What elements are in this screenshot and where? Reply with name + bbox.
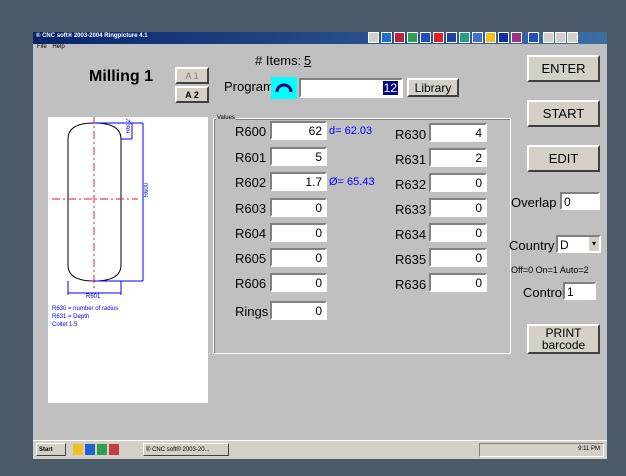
dim-r600: R600 (144, 183, 150, 198)
title-bar: ® CNC soft® 2003-2004 Ringpicture 4.1 (33, 32, 607, 44)
r601-label: R601 (235, 150, 267, 165)
dim-r601: R601 (86, 294, 101, 300)
a2-button[interactable]: A 2 (175, 86, 209, 103)
r633-input[interactable]: 0 (429, 198, 487, 217)
ring-diagram (52, 115, 144, 295)
r602-label: R602 (235, 175, 267, 190)
values-group-label: Values (216, 115, 236, 121)
system-tray: 9:11 PM (479, 443, 604, 457)
a1-button[interactable]: A 1 (175, 67, 209, 84)
maximize-icon[interactable] (555, 32, 566, 43)
items-label: # Items: (255, 53, 302, 68)
toolbar-icon[interactable] (420, 32, 431, 43)
program-value: 12 (382, 81, 398, 95)
close-icon[interactable] (567, 32, 578, 43)
country-select[interactable]: D ▾ (556, 235, 601, 253)
control-label: Control (523, 285, 565, 300)
r606-label: R606 (235, 276, 267, 291)
spinner-icon (275, 83, 293, 93)
quicklaunch-icon[interactable] (97, 444, 107, 455)
start-button[interactable]: START (527, 100, 600, 127)
country-label: Country (509, 238, 555, 253)
country-value: D (560, 238, 569, 252)
r634-input[interactable]: 0 (429, 223, 487, 242)
taskbar-app-button[interactable]: ® CNC soft® 2003-20... (143, 443, 229, 456)
start-menu-button[interactable]: Start (36, 443, 66, 456)
taskbar: Start ® CNC soft® 2003-20... 9:11 PM (33, 440, 607, 459)
toolbar-icon[interactable] (485, 32, 496, 43)
app-window: ® CNC soft® 2003-2004 Ringpicture 4.1 Fi… (33, 32, 607, 459)
r632-label: R632 (395, 177, 427, 192)
control-hint: Off=0 On=1 Auto=2 (511, 265, 589, 275)
busy-spinner (271, 77, 297, 99)
r636-input[interactable]: 0 (429, 273, 487, 292)
r603-label: R603 (235, 201, 267, 216)
menu-help[interactable]: Help (52, 44, 64, 50)
toolbar-icon[interactable] (394, 32, 405, 43)
toolbar-icon[interactable] (459, 32, 470, 43)
r604-input[interactable]: 0 (270, 223, 327, 242)
r604-label: R604 (235, 226, 267, 241)
toolbar-icon[interactable] (528, 32, 539, 43)
toolbar-icon[interactable] (511, 32, 522, 43)
edit-button[interactable]: EDIT (527, 145, 600, 172)
r601-input[interactable]: 5 (270, 147, 327, 166)
window-icon[interactable] (368, 32, 379, 43)
r606-input[interactable]: 0 (270, 273, 327, 292)
chevron-down-icon[interactable]: ▾ (589, 237, 599, 251)
diameter-note: d= 62.03 (329, 125, 373, 137)
control-input[interactable]: 1 (563, 282, 596, 300)
program-label: Program (224, 79, 274, 94)
r600-input[interactable]: 62 (270, 121, 327, 140)
r605-input[interactable]: 0 (270, 248, 327, 267)
window-title: ® CNC soft® 2003-2004 Ringpicture 4.1 (36, 33, 148, 39)
print-barcode-button[interactable]: PRINT barcode (527, 324, 600, 354)
page-title: Milling 1 (89, 68, 153, 85)
r635-input[interactable]: 0 (429, 248, 487, 267)
r631-input[interactable]: 2 (429, 148, 487, 167)
r600-label: R600 (235, 124, 267, 139)
ring-drawing: R602 R600 R601 R630 = number of radius R… (48, 115, 208, 403)
menu-bar: File Help (33, 44, 607, 53)
enter-button[interactable]: ENTER (527, 55, 600, 82)
toolbar-icon[interactable] (446, 32, 457, 43)
rings-label: Rings (235, 304, 269, 319)
r632-input[interactable]: 0 (429, 173, 487, 192)
r603-input[interactable]: 0 (270, 198, 327, 217)
overlap-label: Overlap (511, 195, 557, 210)
r605-label: R605 (235, 251, 267, 266)
program-field[interactable]: 12 (299, 78, 403, 98)
r630-label: R630 (395, 127, 427, 142)
drawing-legend: R630 = number of radius R631 = Depth Col… (52, 305, 118, 329)
r634-label: R634 (395, 227, 427, 242)
toolbar-icon[interactable] (472, 32, 483, 43)
menu-file[interactable]: File (37, 44, 47, 50)
r631-label: R631 (395, 152, 427, 167)
quicklaunch-icon[interactable] (109, 444, 119, 455)
toolbar-icon[interactable] (433, 32, 444, 43)
r636-label: R636 (395, 277, 427, 292)
minimize-icon[interactable] (543, 32, 554, 43)
r630-input[interactable]: 4 (429, 123, 487, 142)
legend-line: R631 = Depth (52, 314, 90, 320)
r633-label: R633 (395, 202, 427, 217)
library-button[interactable]: Library (407, 78, 459, 97)
barcode-label: barcode (541, 338, 586, 352)
items-count: 5 (304, 53, 312, 68)
r602-input[interactable]: 1.7 (270, 172, 327, 191)
r635-label: R635 (395, 252, 427, 267)
outer-diameter-note: Ø= 65.43 (329, 176, 375, 188)
rings-input[interactable]: 0 (270, 301, 327, 320)
legend-line: Collet 1.5 (52, 322, 78, 328)
toolbar-icon[interactable] (407, 32, 418, 43)
toolbar-icon[interactable] (381, 32, 392, 43)
toolbar-icon[interactable] (498, 32, 509, 43)
legend-line: R630 = number of radius (52, 306, 119, 312)
quicklaunch-icon[interactable] (73, 444, 83, 455)
clock: 9:11 PM (578, 446, 600, 452)
dim-r602: R602 (126, 119, 132, 134)
overlap-input[interactable]: 0 (560, 192, 600, 210)
quicklaunch-icon[interactable] (85, 444, 95, 455)
